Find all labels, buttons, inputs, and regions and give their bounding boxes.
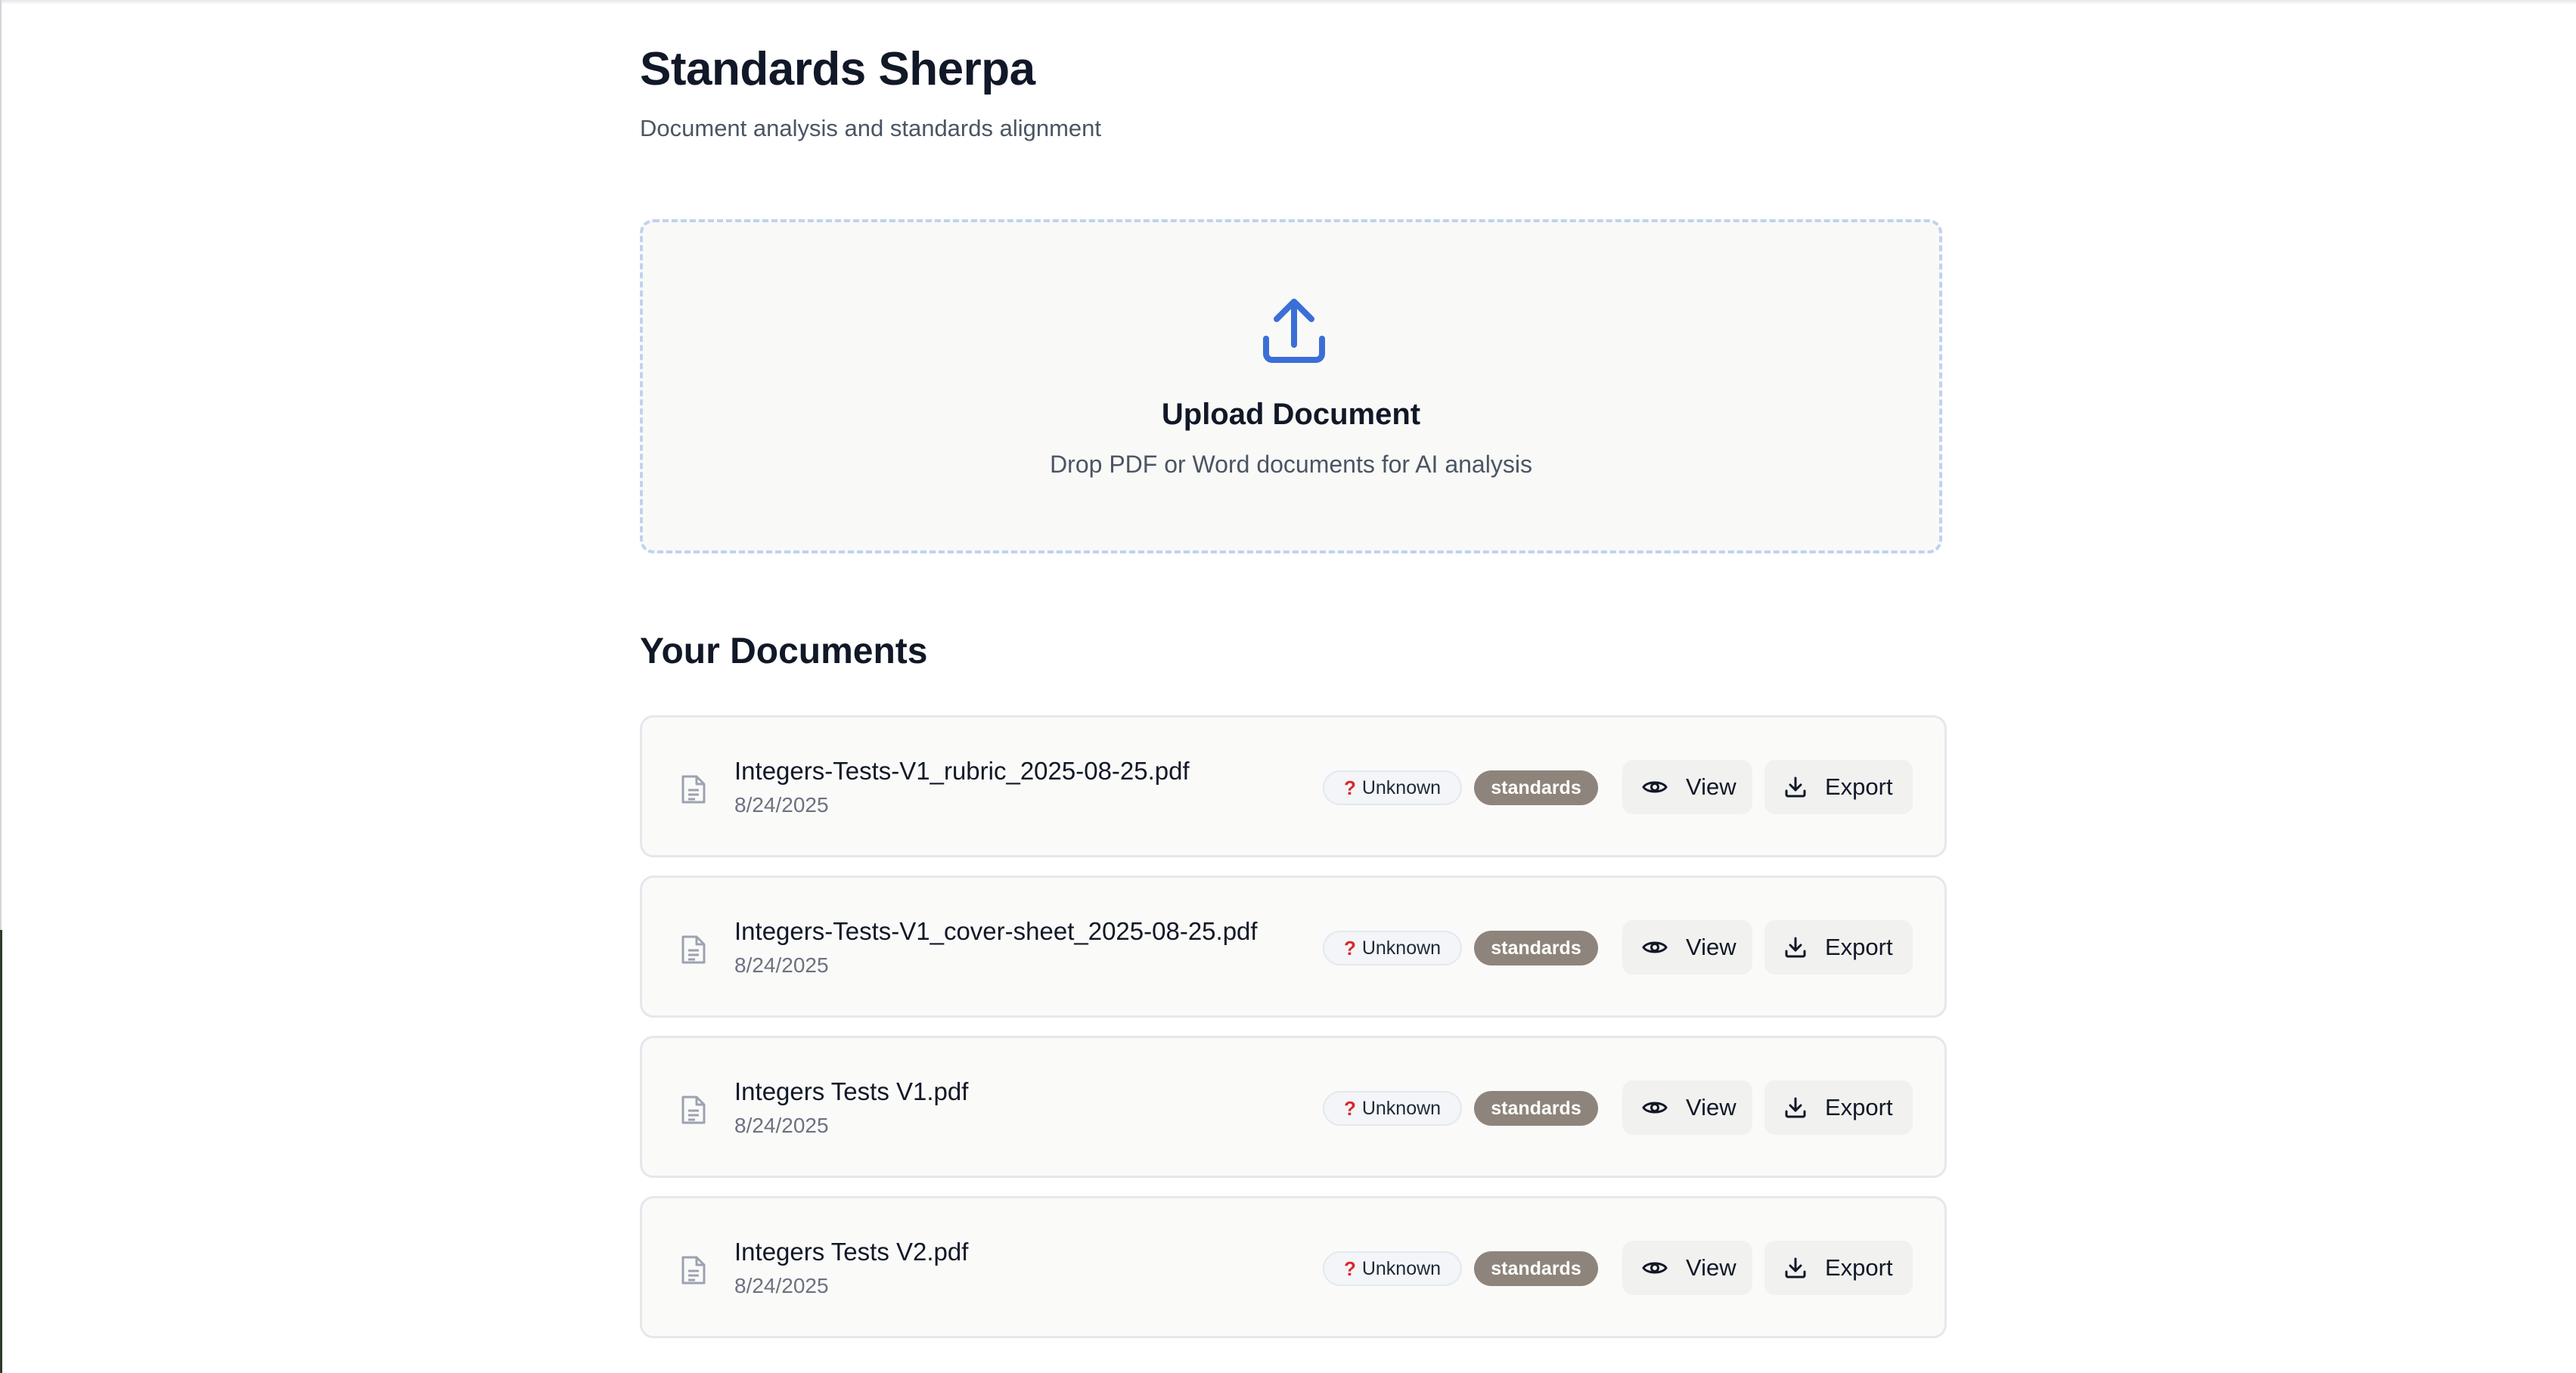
question-icon: ? [1343,1257,1356,1280]
export-label: Export [1825,1254,1893,1281]
document-date: 8/24/2025 [734,1114,829,1137]
status-badge: ? Unknown [1323,1091,1462,1126]
upload-dropzone[interactable]: Upload Document Drop PDF or Word documen… [640,219,1942,553]
status-badge: ? Unknown [1323,1251,1462,1286]
status-label: Unknown [1361,1257,1442,1279]
view-label: View [1686,1254,1736,1281]
tag-badge: standards [1474,1251,1598,1286]
upload-title: Upload Document [1161,398,1421,431]
page-title: Standards Sherpa [640,43,1035,95]
question-icon: ? [1343,776,1356,799]
status-label: Unknown [1361,937,1442,959]
file-icon [681,1256,706,1285]
documents-section-title: Your Documents [640,631,928,671]
eye-icon [1642,781,1668,793]
document-row[interactable]: Integers Tests V1.pdf 8/24/2025 ? Unknow… [640,1036,1947,1178]
upload-icon [1263,299,1325,363]
status-badge: ? Unknown [1323,931,1462,965]
export-button[interactable]: Export [1764,1241,1913,1295]
question-icon: ? [1343,1096,1356,1120]
status-label: Unknown [1361,1097,1442,1119]
export-label: Export [1825,1094,1893,1120]
document-row[interactable]: Integers-Tests-V1_cover-sheet_2025-08-25… [640,876,1947,1018]
document-name: Integers Tests V1.pdf [734,1077,969,1105]
left-window-edge [0,0,2,930]
eye-icon [1642,1262,1668,1274]
tag-badge: standards [1474,1091,1598,1126]
eye-icon [1642,1102,1668,1114]
view-button[interactable]: View [1622,760,1752,814]
file-icon [681,935,706,964]
eye-icon [1642,941,1668,953]
left-window-edge-dark [0,930,2,1373]
view-label: View [1686,934,1736,960]
view-label: View [1686,1094,1736,1120]
document-row[interactable]: Integers Tests V2.pdf 8/24/2025 ? Unknow… [640,1196,1947,1338]
page-subtitle: Document analysis and standards alignmen… [640,115,1102,141]
download-icon [1785,937,1806,958]
document-name: Integers Tests V2.pdf [734,1238,969,1266]
export-label: Export [1825,773,1893,800]
document-name: Integers-Tests-V1_rubric_2025-08-25.pdf [734,757,1190,785]
view-button[interactable]: View [1622,1241,1752,1295]
document-date: 8/24/2025 [734,953,829,977]
view-label: View [1686,773,1736,800]
export-button[interactable]: Export [1764,920,1913,975]
document-name: Integers-Tests-V1_cover-sheet_2025-08-25… [734,917,1258,945]
view-button[interactable]: View [1622,920,1752,975]
export-button[interactable]: Export [1764,760,1913,814]
download-icon [1785,1097,1806,1118]
document-row[interactable]: Integers-Tests-V1_rubric_2025-08-25.pdf … [640,715,1947,857]
download-icon [1785,1257,1806,1278]
download-icon [1785,776,1806,798]
document-date: 8/24/2025 [734,793,829,817]
status-badge: ? Unknown [1323,770,1462,805]
tag-badge: standards [1474,770,1598,805]
tag-badge: standards [1474,931,1598,965]
upload-hint: Drop PDF or Word documents for AI analys… [1050,451,1532,478]
file-icon [681,1096,706,1124]
top-shadow [0,0,2576,5]
status-label: Unknown [1361,776,1442,798]
document-date: 8/24/2025 [734,1274,829,1297]
question-icon: ? [1343,936,1356,959]
view-button[interactable]: View [1622,1080,1752,1135]
file-icon [681,775,706,804]
export-button[interactable]: Export [1764,1080,1913,1135]
export-label: Export [1825,934,1893,960]
